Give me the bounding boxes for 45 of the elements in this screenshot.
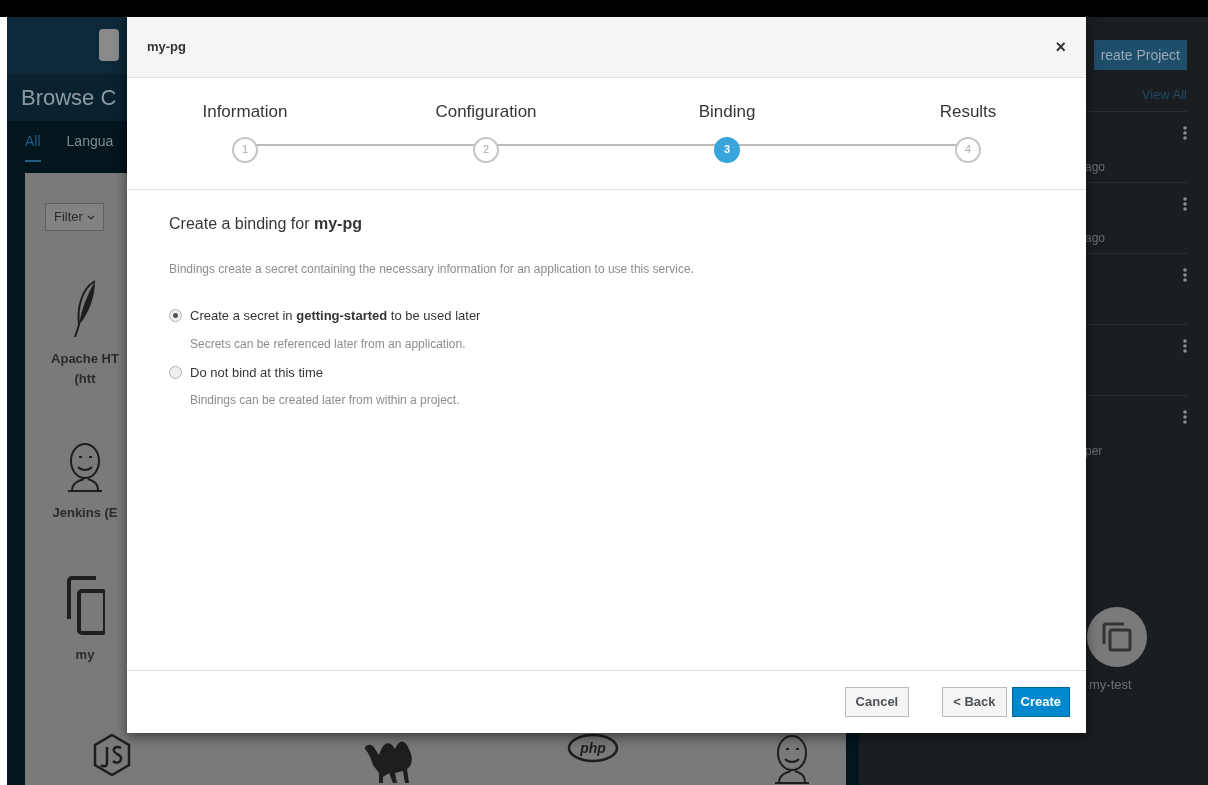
footer-button[interactable]: Cancel <box>844 687 910 717</box>
hexagon-logo-icon <box>93 733 131 777</box>
copy-icon <box>65 575 105 635</box>
close-button[interactable]: × <box>1055 38 1066 56</box>
option-label: Create a secret in getting-started to be used later <box>190 307 481 325</box>
catalog-item-name[interactable]: Apache HT <box>51 349 119 369</box>
step-label: Configuration <box>435 101 537 123</box>
caret-icon <box>86 214 95 220</box>
option-help-text: Bindings can be created later from within a project. <box>190 392 461 409</box>
kebab-menu-icon[interactable] <box>1183 125 1187 140</box>
kebab-menu-icon[interactable] <box>1183 196 1187 211</box>
catalog-item-name[interactable]: my <box>75 645 95 665</box>
project-subtitle: per <box>1085 443 1103 458</box>
step-label: Results <box>939 101 997 123</box>
catalog-item-name[interactable]: (htt <box>74 369 96 389</box>
filter-dropdown[interactable]: Filter <box>45 203 104 231</box>
header-button[interactable] <box>99 29 119 62</box>
step-label: Binding <box>698 101 756 123</box>
kebab-menu-icon[interactable] <box>1183 409 1187 424</box>
radio-button[interactable] <box>169 365 182 379</box>
radio-button[interactable] <box>169 309 182 323</box>
step-label: Information <box>202 101 288 123</box>
step-number[interactable]: 4 <box>955 136 981 163</box>
view-all-link[interactable]: View All <box>1141 85 1187 105</box>
kebab-menu-icon[interactable] <box>1183 338 1187 353</box>
category-tab[interactable]: All <box>25 130 41 162</box>
section-heading: Create a binding for my-pg <box>169 214 363 234</box>
kebab-menu-icon[interactable] <box>1183 267 1187 282</box>
category-tab[interactable]: Langua <box>66 130 114 160</box>
catalog-item-name[interactable]: Jenkins (E <box>52 503 118 523</box>
create-project-button[interactable]: reate Project <box>1093 40 1187 70</box>
page-title: Browse C <box>21 83 117 112</box>
step-number[interactable]: 3 <box>714 136 740 163</box>
project-subtitle: ago <box>1085 230 1106 245</box>
step-number[interactable]: 1 <box>232 136 258 163</box>
option-label: Do not bind at this time <box>190 363 323 382</box>
description-text: Bindings create a secret containing the necessary information for an application to use this service. <box>169 261 695 278</box>
create-button[interactable]: Create <box>1011 687 1070 717</box>
modal-title: my-pg <box>147 38 186 57</box>
footer-button[interactable]: < Back <box>942 687 1007 717</box>
project-name[interactable]: my-test <box>1089 674 1132 694</box>
php-logo-icon: php <box>567 733 619 763</box>
project-subtitle: ago <box>1085 159 1106 174</box>
step-number[interactable]: 2 <box>473 136 499 163</box>
option-help-text: Secrets can be referenced later from an application. <box>190 335 467 353</box>
